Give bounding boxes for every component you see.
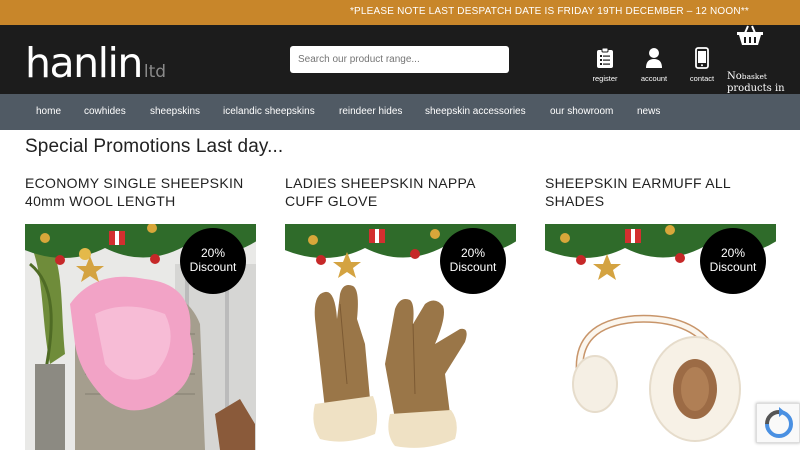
nav-item-our-showroom[interactable]: our showroom [550, 106, 613, 117]
product-title[interactable]: SHEEPSKIN EARMUFF ALL SHADES [545, 174, 776, 224]
user-icon [646, 48, 662, 68]
site-header: hanlin ltd register account contact [0, 25, 800, 106]
discount-badge: 20% Discount [700, 228, 766, 294]
product-card[interactable]: LADIES SHEEPSKIN NAPPA CUFF GLOVE 20% Di… [285, 174, 516, 450]
nav-item-icelandic-sheepskins[interactable]: icelandic sheepskins [223, 106, 315, 117]
clipboard-icon [597, 47, 613, 68]
product-card[interactable]: SHEEPSKIN EARMUFF ALL SHADES 20% Discoun… [545, 174, 776, 450]
basket-status-small: basket [741, 72, 767, 81]
logo-suffix: ltd [143, 62, 167, 82]
announcement-banner: *PLEASE NOTE LAST DESPATCH DATE IS FRIDA… [0, 0, 800, 25]
nav-item-news[interactable]: news [637, 106, 660, 117]
nav-item-home[interactable]: home [36, 106, 61, 117]
product-title[interactable]: ECONOMY SINGLE SHEEPSKIN 40mm WOOL LENGT… [25, 174, 256, 224]
account-label: account [640, 74, 668, 83]
basket-status-prefix: No [727, 71, 742, 82]
product-image[interactable]: 20% Discount [285, 224, 516, 450]
search-input[interactable] [290, 46, 509, 73]
basket-icon [737, 25, 763, 45]
product-image[interactable]: 20% Discount [25, 224, 256, 450]
register-label: register [592, 74, 618, 83]
contact-link[interactable]: contact [686, 47, 718, 83]
logo-wordmark: hanlin [25, 39, 143, 87]
product-image[interactable]: 20% Discount [545, 224, 776, 450]
nav-item-cowhides[interactable]: cowhides [84, 106, 126, 117]
nav-item-sheepskin-accessories[interactable]: sheepskin accessories [425, 106, 526, 117]
product-card[interactable]: ECONOMY SINGLE SHEEPSKIN 40mm WOOL LENGT… [25, 174, 256, 450]
basket-link[interactable] [737, 25, 767, 49]
page-title: Special Promotions Last day... [25, 136, 284, 157]
discount-badge: 20% Discount [180, 228, 246, 294]
discount-badge: 20% Discount [440, 228, 506, 294]
phone-icon [695, 47, 709, 69]
product-title[interactable]: LADIES SHEEPSKIN NAPPA CUFF GLOVE [285, 174, 516, 224]
contact-label: contact [689, 74, 715, 83]
announcement-text: *PLEASE NOTE LAST DESPATCH DATE IS FRIDA… [349, 6, 749, 17]
recaptcha-icon [765, 407, 793, 438]
recaptcha-badge[interactable] [756, 403, 800, 443]
register-link[interactable]: register [590, 47, 620, 83]
site-logo[interactable]: hanlin ltd [25, 39, 167, 87]
nav-item-sheepskins[interactable]: sheepskins [150, 106, 200, 117]
account-link[interactable]: account [638, 47, 670, 83]
main-nav: home cowhides sheepskins icelandic sheep… [0, 94, 800, 130]
nav-item-reindeer-hides[interactable]: reindeer hides [339, 106, 402, 117]
